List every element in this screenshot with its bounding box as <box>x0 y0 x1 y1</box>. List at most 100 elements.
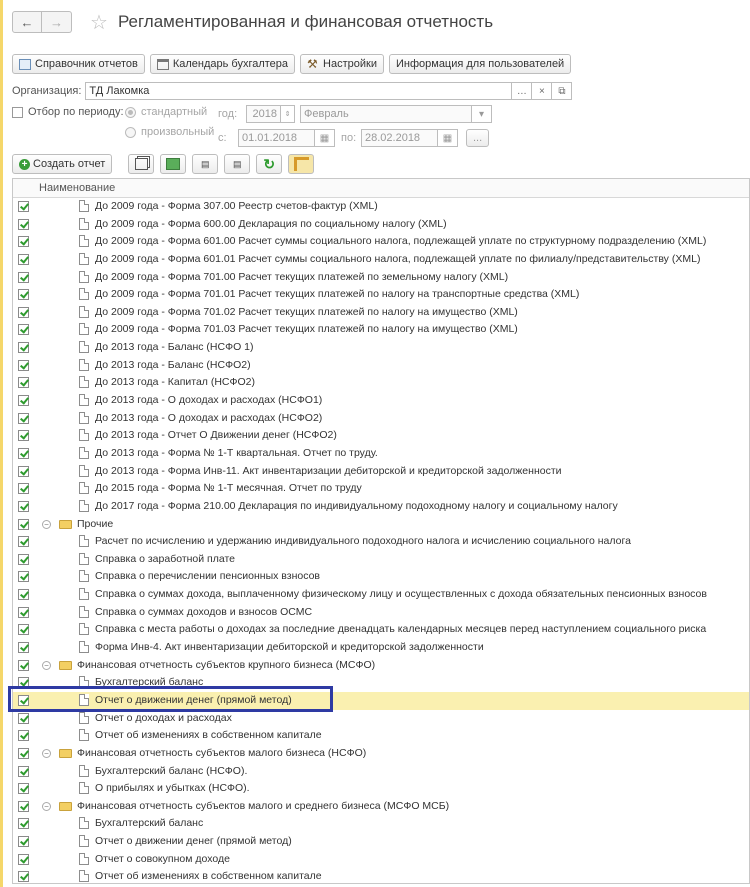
table-row[interactable]: Бухгалтерский баланс <box>13 815 749 833</box>
table-row[interactable]: Бухгалтерский баланс (НСФО). <box>13 763 749 781</box>
row-checkbox[interactable] <box>18 324 29 336</box>
row-checkbox[interactable] <box>18 359 29 371</box>
row-checkbox[interactable] <box>18 659 29 671</box>
table-row[interactable]: До 2013 года - Баланс (НСФО 1) <box>13 339 749 357</box>
table-row[interactable]: Отчет о доходах и расходах <box>13 710 749 728</box>
table-row[interactable]: Форма Инв-4. Акт инвентаризации дебиторс… <box>13 639 749 657</box>
year-stepper[interactable]: ⇕ <box>281 105 295 123</box>
year-field[interactable]: 2018 <box>246 105 281 123</box>
row-checkbox[interactable] <box>18 483 29 495</box>
to-date-field[interactable]: 28.02.2018 <box>361 129 438 147</box>
table-row[interactable]: До 2013 года - О доходах и расходах (НСФ… <box>13 392 749 410</box>
row-checkbox[interactable] <box>18 553 29 565</box>
row-checkbox[interactable] <box>18 624 29 636</box>
organization-open-button[interactable]: ⧉ <box>552 82 573 100</box>
row-checkbox[interactable] <box>18 253 29 265</box>
row-checkbox[interactable] <box>18 342 29 354</box>
from-date-calendar-button[interactable]: ▦ <box>315 129 335 147</box>
row-checkbox[interactable] <box>18 836 29 848</box>
table-row[interactable]: До 2015 года - Форма № 1-Т месячная. Отч… <box>13 480 749 498</box>
row-checkbox[interactable] <box>18 871 29 883</box>
folder-row[interactable]: − Прочие <box>13 516 749 534</box>
row-checkbox[interactable] <box>18 730 29 742</box>
copy-button[interactable] <box>128 154 155 174</box>
table-row[interactable]: До 2017 года - Форма 210.00 Декларация п… <box>13 498 749 516</box>
row-checkbox[interactable] <box>18 289 29 301</box>
check-all-button[interactable] <box>160 154 187 174</box>
column-header-name[interactable]: Наименование <box>39 182 115 194</box>
collapse-icon[interactable]: − <box>42 519 51 529</box>
collapse-icon[interactable]: − <box>42 748 51 758</box>
table-row[interactable]: До 2009 года - Форма 701.02 Расчет текущ… <box>13 304 749 322</box>
row-checkbox[interactable] <box>18 447 29 459</box>
organization-field[interactable]: ТД Лакомка <box>85 82 513 100</box>
row-checkbox[interactable] <box>18 395 29 407</box>
table-row[interactable]: До 2009 года - Форма 307.00 Реестр счето… <box>13 198 749 216</box>
row-checkbox[interactable] <box>18 201 29 212</box>
row-checkbox[interactable] <box>18 536 29 548</box>
table-row[interactable]: До 2009 года - Форма 601.00 Расчет суммы… <box>13 233 749 251</box>
favorite-star-icon[interactable]: ☆ <box>90 10 108 35</box>
collapse-icon[interactable]: − <box>42 801 51 811</box>
table-row[interactable]: До 2013 года - Форма Инв-11. Акт инвента… <box>13 463 749 481</box>
accountant-calendar-button[interactable]: Календарь бухгалтера <box>149 54 296 74</box>
row-checkbox[interactable] <box>18 853 29 865</box>
table-row[interactable]: До 2009 года - Форма 600.00 Декларация п… <box>13 216 749 234</box>
row-checkbox[interactable] <box>18 606 29 618</box>
remove-report-button[interactable]: ▤ <box>224 154 251 174</box>
row-checkbox[interactable] <box>18 271 29 283</box>
month-field[interactable]: Февраль <box>300 105 472 123</box>
tree-view-button[interactable] <box>288 154 315 174</box>
reports-directory-button[interactable]: Справочник отчетов <box>12 54 145 74</box>
folder-row[interactable]: − Финансовая отчетность субъектов малого … <box>13 745 749 763</box>
table-row[interactable]: Отчет о совокупном доходе <box>13 851 749 869</box>
organization-clear-button[interactable]: × <box>532 82 553 100</box>
table-row[interactable]: До 2009 года - Форма 701.01 Расчет текущ… <box>13 286 749 304</box>
row-checkbox[interactable] <box>18 712 29 724</box>
row-checkbox[interactable] <box>18 377 29 389</box>
table-row[interactable]: Справка о суммах доходов и взносов ОСМС <box>13 604 749 622</box>
radio-standard[interactable]: стандартный <box>125 106 207 118</box>
back-button[interactable]: ← <box>12 11 42 33</box>
table-row[interactable]: До 2009 года - Форма 701.03 Расчет текущ… <box>13 321 749 339</box>
row-checkbox[interactable] <box>18 642 29 654</box>
table-row[interactable]: Расчет по исчислению и удержанию индивид… <box>13 533 749 551</box>
table-row[interactable]: Справка о заработной плате <box>13 551 749 569</box>
forward-button[interactable]: → <box>42 11 72 33</box>
row-checkbox[interactable] <box>18 818 29 830</box>
period-filter-checkbox[interactable] <box>12 106 23 118</box>
table-row[interactable]: О прибылях и убытках (НСФО). <box>13 780 749 798</box>
row-checkbox[interactable] <box>18 465 29 477</box>
collapse-icon[interactable]: − <box>42 660 51 670</box>
period-more-button[interactable]: ... <box>466 129 490 147</box>
table-row[interactable]: До 2013 года - Баланс (НСФО2) <box>13 357 749 375</box>
row-checkbox[interactable] <box>18 747 29 759</box>
table-row[interactable]: До 2013 года - Капитал (НСФО2) <box>13 374 749 392</box>
add-report-button[interactable]: ▤ <box>192 154 219 174</box>
radio-arbitrary[interactable]: произвольный <box>125 126 214 138</box>
row-checkbox[interactable] <box>18 518 29 530</box>
table-row[interactable]: До 2013 года - Отчет О Движении денег (Н… <box>13 427 749 445</box>
settings-button[interactable]: ⚒ Настройки <box>300 54 384 74</box>
table-row[interactable]: Отчет о движении денег (прямой метод) <box>13 833 749 851</box>
folder-row[interactable]: − Финансовая отчетность субъектов крупног… <box>13 657 749 675</box>
table-row[interactable]: Справка о перечислении пенсионных взносо… <box>13 568 749 586</box>
row-checkbox[interactable] <box>18 500 29 512</box>
row-checkbox[interactable] <box>18 800 29 812</box>
row-checkbox[interactable] <box>18 430 29 442</box>
table-row[interactable]: Справка о суммах дохода, выплаченному фи… <box>13 586 749 604</box>
create-report-button[interactable]: + Создать отчет <box>12 154 113 174</box>
month-dropdown-button[interactable]: ▾ <box>472 105 492 123</box>
table-row[interactable]: Отчет об изменениях в собственном капита… <box>13 727 749 745</box>
refresh-button[interactable]: ↻ <box>256 154 283 174</box>
row-checkbox[interactable] <box>18 218 29 230</box>
user-info-button[interactable]: Информация для пользователей <box>388 54 572 74</box>
table-row[interactable]: До 2013 года - Форма № 1-Т квартальная. … <box>13 445 749 463</box>
to-date-calendar-button[interactable]: ▦ <box>438 129 458 147</box>
row-checkbox[interactable] <box>18 765 29 777</box>
row-checkbox[interactable] <box>18 412 29 424</box>
row-checkbox[interactable] <box>18 571 29 583</box>
from-date-field[interactable]: 01.01.2018 <box>238 129 315 147</box>
table-row[interactable]: До 2009 года - Форма 701.00 Расчет текущ… <box>13 269 749 287</box>
folder-row[interactable]: − Финансовая отчетность субъектов малого … <box>13 798 749 816</box>
